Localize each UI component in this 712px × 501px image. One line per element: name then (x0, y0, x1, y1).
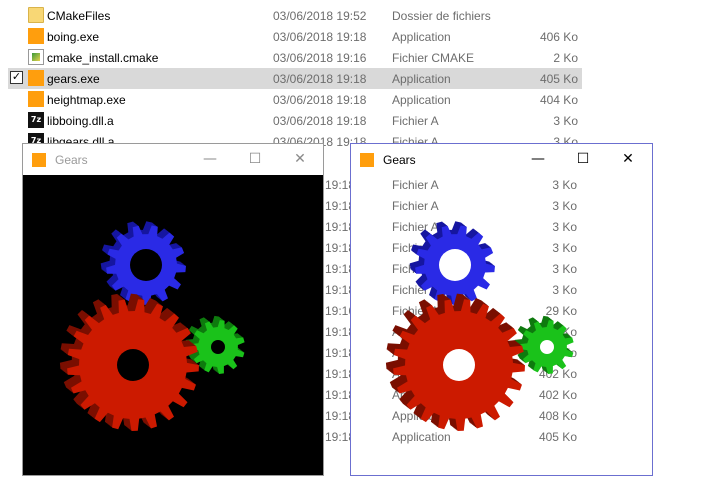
file-size: 405 Ko (539, 430, 577, 444)
file-size: 3 Ko (552, 199, 577, 213)
close-button[interactable]: ✕ (277, 144, 323, 175)
file-size: 3 Ko (553, 114, 578, 128)
file-type: Fichier A (392, 220, 439, 234)
file-size: 405 Ko (539, 72, 578, 86)
file-type: Fichier CMAKE (392, 51, 475, 65)
file-size: 408 Ko (539, 409, 577, 423)
window-title: Gears (383, 153, 416, 167)
file-row[interactable]: boing.exe 03/06/2018 19:18 Application 406 … (0, 26, 712, 47)
title-bar[interactable]: Gears — ☐ ✕ (351, 144, 652, 175)
folder-icon (28, 7, 44, 23)
red-gear (59, 293, 199, 431)
app-icon (28, 70, 44, 86)
blue-gear (100, 221, 186, 305)
file-row[interactable]: CMakeFiles 03/06/2018 19:52 Dossier de fic… (0, 5, 712, 26)
gears-scene (59, 221, 245, 431)
file-name: cmake_install.cmake (47, 51, 159, 65)
file-row[interactable]: 7z libboing.dll.a 03/06/2018 19:18 Fichier … (0, 110, 712, 131)
file-size: 3 Ko (552, 220, 577, 234)
gears-window-inactive[interactable]: Gears — ☐ ✕ (22, 143, 324, 476)
file-size: 3 Ko (552, 262, 577, 276)
date-modified: 03/06/2018 19:52 (273, 9, 367, 23)
cmake-file-icon (28, 49, 44, 65)
file-row[interactable]: ✓ gears.exe 03/06/2018 19:18 Application 405… (0, 68, 712, 89)
file-size: 3 Ko (552, 178, 577, 192)
minimize-button[interactable]: — (515, 144, 561, 175)
app-icon (360, 153, 374, 167)
minimize-button[interactable]: — (187, 144, 233, 175)
file-name: CMakeFiles (47, 9, 111, 23)
file-row[interactable]: heightmap.exe 03/06/2018 19:18 Application… (0, 89, 712, 110)
date-modified: 03/06/2018 19:18 (273, 72, 367, 86)
file-name: libboing.dll.a (47, 114, 114, 128)
file-size: 404 Ko (539, 93, 578, 107)
close-button[interactable]: ✕ (605, 144, 651, 175)
file-row[interactable]: cmake_install.cmake 03/06/2018 19:16 Fichi… (0, 47, 712, 68)
maximize-button[interactable]: ☐ (232, 144, 278, 175)
file-type: Fichier A (392, 199, 439, 213)
title-bar[interactable]: Gears — ☐ ✕ (23, 144, 323, 175)
date-modified: 03/06/2018 19:18 (273, 114, 367, 128)
maximize-button[interactable]: ☐ (560, 144, 606, 175)
date-modified: 03/06/2018 19:18 (273, 93, 367, 107)
file-type: Application (392, 430, 451, 444)
window-title: Gears (55, 153, 88, 167)
file-name: boing.exe (47, 30, 100, 44)
file-type: Application (392, 93, 451, 107)
date-modified: 03/06/2018 19:16 (273, 51, 367, 65)
app-icon (32, 153, 46, 167)
7z-icon: 7z (28, 112, 44, 128)
gears-render-canvas (23, 175, 323, 475)
gears-window-active[interactable]: Gears — ☐ ✕ Fichier A 3 Ko Fichier A 3 Ko Fi… (350, 143, 653, 476)
app-icon (28, 91, 44, 107)
file-type: Application (392, 30, 451, 44)
file-type: Fichier A (392, 178, 439, 192)
file-name: heightmap.exe (47, 93, 126, 107)
file-size: 29 Ko (546, 304, 578, 318)
file-size: 406 Ko (539, 30, 578, 44)
file-type: Dossier de fichiers (392, 9, 491, 23)
file-size: 3 Ko (552, 283, 577, 297)
app-icon (28, 28, 44, 44)
gears-scene: Fichier A3 KoFichier A3 KoFichier A3 KoF… (351, 175, 652, 475)
date-modified: 03/06/2018 19:18 (273, 30, 367, 44)
gears-render-canvas: Fichier A3 Ko Fichier A3 Ko Fichier A3 Ko F… (351, 175, 652, 475)
file-size: 3 Ko (552, 241, 577, 255)
file-type: Fichier A (392, 114, 439, 128)
row-checkbox[interactable]: ✓ (10, 71, 23, 84)
file-size: 402 Ko (539, 388, 577, 402)
file-size: 2 Ko (553, 51, 578, 65)
file-type: Application (392, 72, 451, 86)
file-name: gears.exe (47, 72, 100, 86)
